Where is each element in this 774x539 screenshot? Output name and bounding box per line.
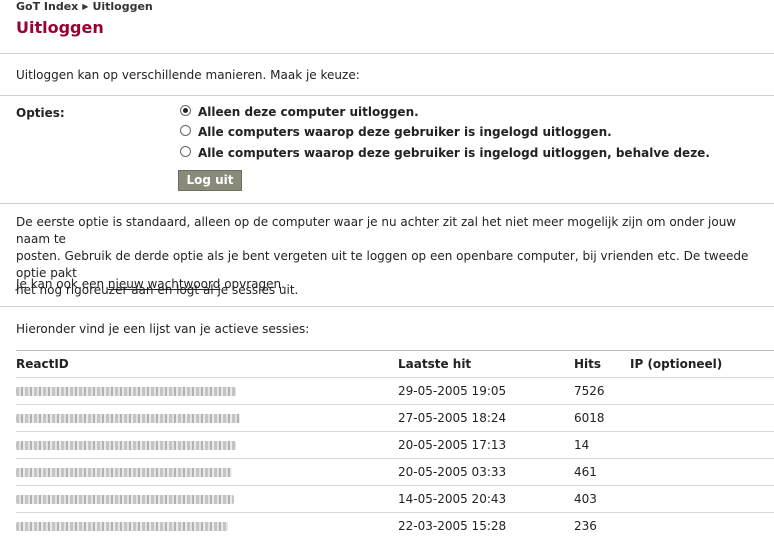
option-all-computers[interactable]: Alle computers waarop deze gebruiker is …: [180, 125, 612, 139]
reactid-cell-redacted: [16, 486, 398, 513]
table-row: 20-05-2005 03:33 461: [16, 459, 774, 486]
last-hit-cell: 27-05-2005 18:24: [398, 405, 574, 432]
sessions-table: ReactID Laatste hit Hits IP (optioneel) …: [16, 350, 774, 539]
hits-cell: 6018: [574, 405, 630, 432]
last-hit-cell: 29-05-2005 19:05: [398, 378, 574, 405]
ip-cell: [630, 459, 774, 486]
column-header-ip: IP (optioneel): [630, 351, 774, 378]
password-text: Je kan ook een nieuw wachtwoord opvragen…: [16, 277, 285, 291]
last-hit-cell: 20-05-2005 03:33: [398, 459, 574, 486]
table-row: 22-03-2005 15:28 236: [16, 513, 774, 539]
reactid-cell-redacted: [16, 378, 398, 405]
option-this-computer[interactable]: Alleen deze computer uitloggen.: [180, 105, 419, 119]
redacted-id: [16, 468, 232, 477]
option-label: Alle computers waarop deze gebruiker is …: [198, 146, 710, 160]
column-header-reactid: ReactID: [16, 351, 398, 378]
logout-button[interactable]: Log uit: [178, 170, 242, 191]
sessions-intro: Hieronder vind je een lijst van je actie…: [16, 322, 309, 336]
breadcrumb-current: Uitloggen: [92, 0, 152, 13]
new-password-link[interactable]: nieuw wachtwoord: [108, 277, 220, 291]
ip-cell: [630, 432, 774, 459]
table-row: 27-05-2005 18:24 6018: [16, 405, 774, 432]
divider: [0, 53, 774, 54]
option-label: Alle computers waarop deze gebruiker is …: [198, 125, 612, 139]
divider: [0, 95, 774, 96]
last-hit-cell: 14-05-2005 20:43: [398, 486, 574, 513]
column-header-hits: Hits: [574, 351, 630, 378]
column-header-last-hit: Laatste hit: [398, 351, 574, 378]
divider: [0, 306, 774, 307]
breadcrumb-separator-icon: ▶: [82, 2, 88, 11]
options-label: Opties:: [16, 106, 65, 120]
ip-cell: [630, 513, 774, 539]
hits-cell: 7526: [574, 378, 630, 405]
redacted-id: [16, 495, 234, 504]
table-row: 29-05-2005 19:05 7526: [16, 378, 774, 405]
radio-icon[interactable]: [180, 146, 191, 157]
table-row: 20-05-2005 17:13 14: [16, 432, 774, 459]
explanation-line: De eerste optie is standaard, alleen op …: [16, 214, 761, 248]
hits-cell: 461: [574, 459, 630, 486]
option-label: Alleen deze computer uitloggen.: [198, 105, 419, 119]
breadcrumb-home-link[interactable]: GoT Index: [16, 0, 78, 13]
page-title: Uitloggen: [16, 18, 104, 37]
redacted-id: [16, 387, 236, 396]
last-hit-cell: 22-03-2005 15:28: [398, 513, 574, 539]
reactid-cell-redacted: [16, 513, 398, 539]
hits-cell: 403: [574, 486, 630, 513]
hits-cell: 14: [574, 432, 630, 459]
divider: [0, 203, 774, 204]
reactid-cell-redacted: [16, 459, 398, 486]
radio-selected-icon[interactable]: [180, 105, 191, 116]
option-all-except-this[interactable]: Alle computers waarop deze gebruiker is …: [180, 146, 710, 160]
last-hit-cell: 20-05-2005 17:13: [398, 432, 574, 459]
radio-icon[interactable]: [180, 125, 191, 136]
breadcrumb: GoT Index ▶ Uitloggen: [16, 0, 153, 13]
redacted-id: [16, 441, 236, 450]
ip-cell: [630, 405, 774, 432]
ip-cell: [630, 486, 774, 513]
ip-cell: [630, 378, 774, 405]
redacted-id: [16, 414, 240, 423]
hits-cell: 236: [574, 513, 630, 539]
table-row: 14-05-2005 20:43 403: [16, 486, 774, 513]
reactid-cell-redacted: [16, 432, 398, 459]
intro-text: Uitloggen kan op verschillende manieren.…: [16, 68, 360, 82]
reactid-cell-redacted: [16, 405, 398, 432]
table-header-row: ReactID Laatste hit Hits IP (optioneel): [16, 351, 774, 378]
